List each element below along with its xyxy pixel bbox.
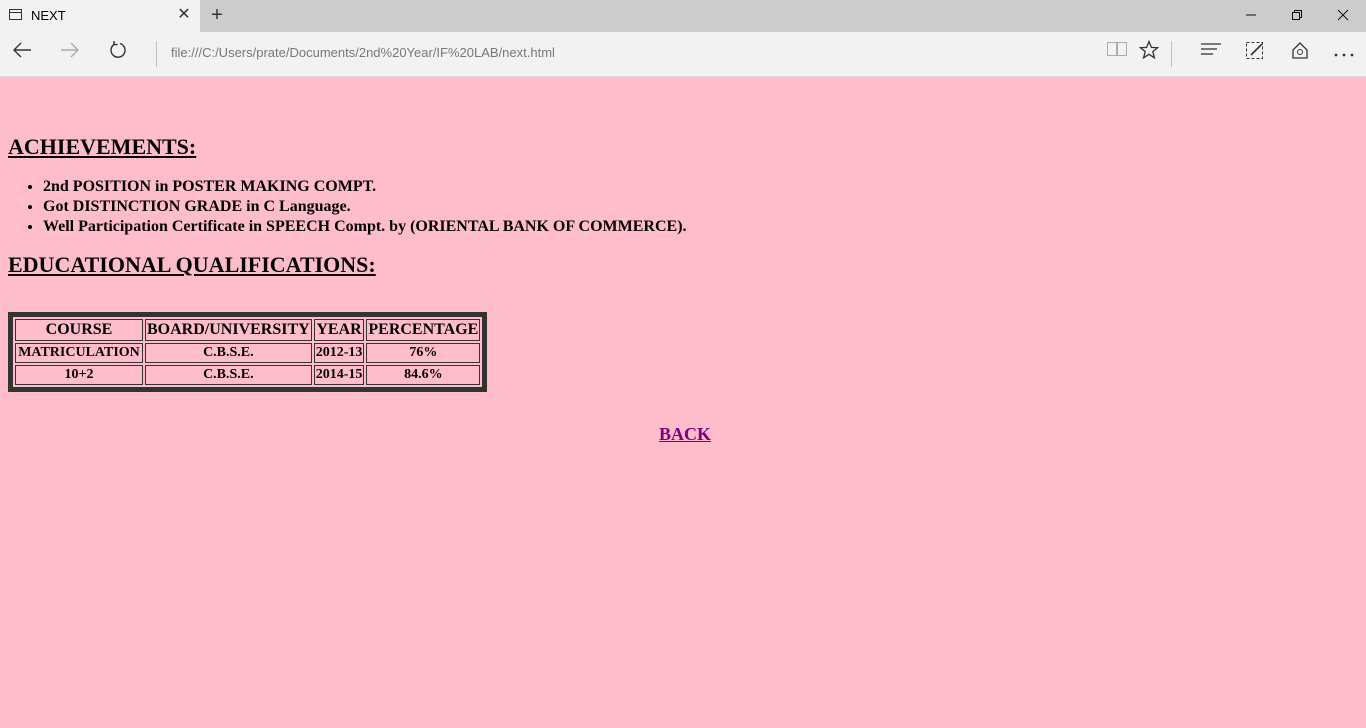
page-content: ACHIEVEMENTS: 2nd POSITION in POSTER MAK… (0, 77, 1366, 728)
reading-view-icon[interactable] (1103, 40, 1131, 68)
table-cell: C.B.S.E. (145, 365, 312, 385)
navigation-bar: file:///C:/Users/prate/Documents/2nd%20Y… (0, 32, 1366, 77)
tab-title: NEXT (31, 8, 66, 23)
title-bar: NEXT ✕ + (0, 0, 1366, 32)
table-header: COURSE (15, 319, 143, 341)
achievements-heading: ACHIEVEMENTS: (8, 134, 197, 159)
list-item: Well Participation Certificate in SPEECH… (43, 217, 687, 237)
table-cell: 10+2 (15, 365, 143, 385)
minimize-icon[interactable] (1228, 0, 1274, 32)
table-cell: C.B.S.E. (145, 343, 312, 363)
tab-page-icon (9, 9, 22, 20)
back-link[interactable]: BACK (659, 424, 711, 445)
qualifications-table: COURSE BOARD/UNIVERSITY YEAR PERCENTAGE … (8, 312, 488, 392)
table-row: MATRICULATION C.B.S.E. 2012-13 76% (15, 343, 481, 363)
restore-icon[interactable] (1274, 0, 1320, 32)
window-close-icon[interactable] (1320, 0, 1366, 32)
more-icon[interactable] (1330, 40, 1358, 68)
web-note-icon[interactable] (1241, 40, 1269, 68)
plus-icon[interactable]: + (207, 4, 227, 26)
star-icon[interactable] (1135, 39, 1163, 68)
back-arrow-icon[interactable] (8, 40, 36, 68)
achievements-list: 2nd POSITION in POSTER MAKING COMPT. Got… (0, 177, 687, 237)
forward-arrow-icon[interactable] (56, 40, 84, 68)
table-cell: MATRICULATION (15, 343, 143, 363)
browser-tab[interactable]: NEXT ✕ (0, 0, 200, 32)
table-cell: 2012-13 (313, 343, 365, 363)
education-heading: EDUCATIONAL QUALIFICATIONS: (8, 252, 376, 277)
refresh-icon[interactable] (104, 40, 132, 68)
separator (1171, 41, 1172, 67)
table-header: PERCENTAGE (366, 319, 481, 341)
hub-icon[interactable] (1197, 40, 1225, 68)
table-row: 10+2 C.B.S.E. 2014-15 84.6% (15, 365, 481, 385)
separator (156, 41, 157, 67)
table-header-row: COURSE BOARD/UNIVERSITY YEAR PERCENTAGE (15, 319, 481, 341)
share-icon[interactable] (1286, 40, 1314, 68)
close-icon[interactable]: ✕ (176, 6, 192, 24)
list-item: 2nd POSITION in POSTER MAKING COMPT. (43, 177, 687, 197)
table-cell: 84.6% (366, 365, 481, 385)
list-item: Got DISTINCTION GRADE in C Language. (43, 197, 687, 217)
table-header: BOARD/UNIVERSITY (145, 319, 312, 341)
table-header: YEAR (313, 319, 365, 341)
table-cell: 76% (366, 343, 481, 363)
table-cell: 2014-15 (313, 365, 365, 385)
address-bar[interactable]: file:///C:/Users/prate/Documents/2nd%20Y… (171, 45, 555, 60)
